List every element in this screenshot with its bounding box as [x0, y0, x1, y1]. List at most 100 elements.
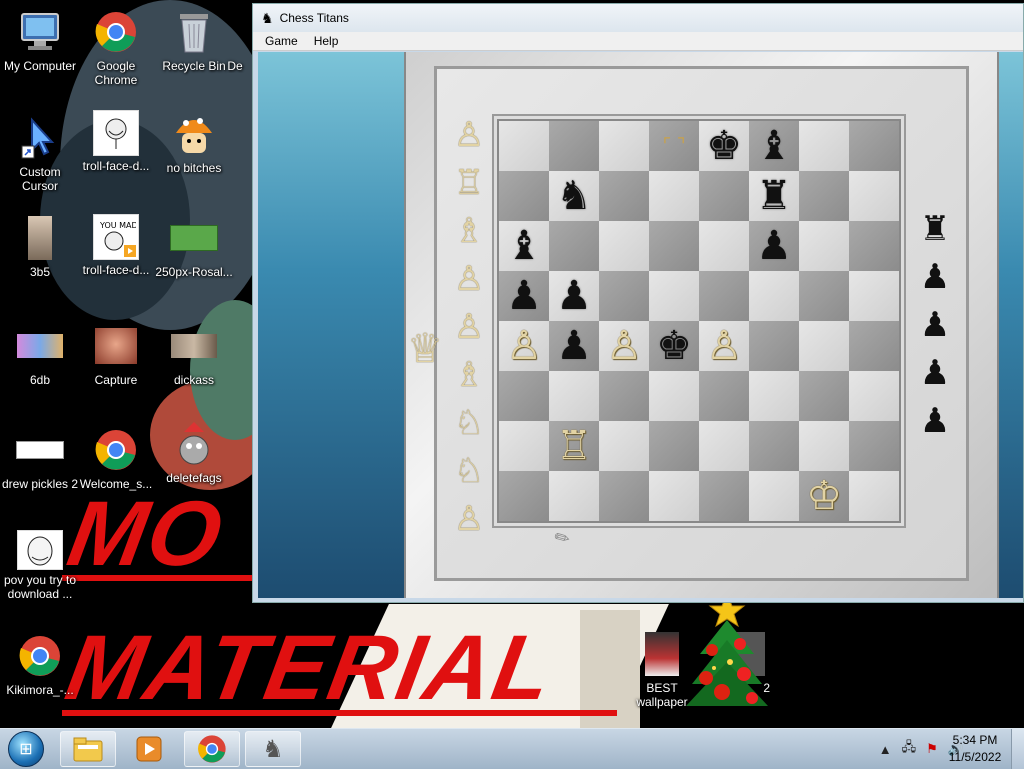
- image-thumbnail-icon: [93, 110, 139, 156]
- board-square[interactable]: [849, 471, 899, 521]
- board-square[interactable]: [499, 371, 549, 421]
- taskbar-chrome[interactable]: [184, 731, 240, 767]
- board-square[interactable]: [599, 371, 649, 421]
- board-square[interactable]: [549, 471, 599, 521]
- board-square[interactable]: [649, 221, 699, 271]
- desktop-icon-dickass[interactable]: dickass: [154, 322, 234, 387]
- captured-white-piece: ♙: [453, 307, 485, 347]
- black-pawn-piece[interactable]: ♟: [499, 271, 549, 321]
- clock[interactable]: 5:34 PM 11/5/2022: [940, 732, 1010, 766]
- board-square[interactable]: [699, 421, 749, 471]
- action-center-icon[interactable]: ⚑: [926, 741, 938, 757]
- board-square[interactable]: [849, 171, 899, 221]
- board-square[interactable]: [849, 321, 899, 371]
- taskbar-chess-titans[interactable]: ♞: [245, 731, 301, 767]
- desktop-icon-google-chrome[interactable]: Google Chrome: [76, 8, 156, 87]
- white-rook-piece[interactable]: ♖: [549, 421, 599, 471]
- desktop-icon-250px-rosal[interactable]: 250px-Rosal...: [154, 214, 234, 279]
- board-square[interactable]: [549, 121, 599, 171]
- board-square[interactable]: [549, 221, 599, 271]
- board-square[interactable]: [699, 471, 749, 521]
- show-hidden-icons-icon[interactable]: ▲: [879, 742, 892, 757]
- board-square[interactable]: [699, 371, 749, 421]
- board-square[interactable]: [849, 371, 899, 421]
- desktop-icon-pov[interactable]: pov you try to download ...: [0, 530, 80, 601]
- desktop-icon-kikimora[interactable]: Kikimora_-...: [0, 632, 80, 697]
- white-pawn-piece[interactable]: ♙: [599, 321, 649, 371]
- board-square[interactable]: [849, 221, 899, 271]
- desktop-icon-my-computer[interactable]: My Computer: [0, 8, 80, 73]
- board-square[interactable]: [599, 221, 649, 271]
- desktop-icon-partial[interactable]: De: [218, 8, 252, 73]
- desktop-icon-deletefags[interactable]: deletefags: [154, 420, 234, 485]
- network-icon[interactable]: 🖧: [902, 738, 917, 760]
- board-square[interactable]: [799, 171, 849, 221]
- board-square[interactable]: [649, 421, 699, 471]
- board-square[interactable]: [749, 321, 799, 371]
- black-pawn-piece[interactable]: ♟: [549, 271, 599, 321]
- board-square[interactable]: [799, 221, 849, 271]
- board-square[interactable]: [599, 471, 649, 521]
- board-square[interactable]: [749, 421, 799, 471]
- board-square[interactable]: [649, 471, 699, 521]
- white-pawn-piece[interactable]: ♙: [499, 321, 549, 371]
- taskbar-explorer[interactable]: [60, 731, 116, 767]
- chess-titans-window[interactable]: ♞ Chess Titans Game Help ♙ ♖ ♗ ♙ ♙ ♗ ♘ ♘ ♙ ♕ ♜ ♟ ♟ ♟…: [252, 3, 1024, 603]
- board-square[interactable]: [649, 171, 699, 221]
- board-square[interactable]: [549, 371, 599, 421]
- board-square[interactable]: [749, 471, 799, 521]
- desktop-icon-capture[interactable]: Capture: [76, 322, 156, 387]
- black-rook-piece[interactable]: ♜: [749, 171, 799, 221]
- desktop-icon-welcome[interactable]: Welcome_s...: [76, 426, 156, 491]
- show-desktop-button[interactable]: [1011, 729, 1024, 769]
- board-square[interactable]: [649, 371, 699, 421]
- move-target-marker[interactable]: ⌜ ⌝: [649, 121, 699, 171]
- board-square[interactable]: [699, 221, 749, 271]
- desktop-icon-no-bitches[interactable]: no bitches: [154, 110, 234, 175]
- black-pawn-piece[interactable]: ♟: [749, 221, 799, 271]
- chess-board[interactable]: ⌜ ⌝ ♚ ♝ ♞ ♜ ♝ ♟ ♟ ♟ ♙ ♟ ♙ ♚ ♙ ♖ ♔: [497, 119, 901, 523]
- board-square[interactable]: [599, 121, 649, 171]
- banner-underline: [62, 575, 252, 581]
- desktop-icon-3b5[interactable]: 3b5: [0, 214, 80, 279]
- board-square[interactable]: [799, 321, 849, 371]
- taskbar-media-player[interactable]: [121, 731, 177, 767]
- window-titlebar[interactable]: ♞ Chess Titans: [253, 4, 1023, 32]
- white-pawn-piece[interactable]: ♙: [699, 321, 749, 371]
- board-square[interactable]: [499, 171, 549, 221]
- desktop-icon-drew-pickles[interactable]: drew pickles 2: [0, 426, 80, 491]
- christmas-tree-gadget[interactable]: [682, 592, 772, 712]
- board-square[interactable]: [799, 371, 849, 421]
- menu-help[interactable]: Help: [306, 34, 347, 48]
- desktop-icon-custom-cursor[interactable]: Custom Cursor: [0, 114, 80, 193]
- board-square[interactable]: [599, 171, 649, 221]
- board-square[interactable]: [699, 271, 749, 321]
- board-square[interactable]: [749, 371, 799, 421]
- menu-game[interactable]: Game: [257, 34, 306, 48]
- board-square[interactable]: [849, 421, 899, 471]
- board-square[interactable]: [599, 421, 649, 471]
- board-square[interactable]: [499, 121, 549, 171]
- black-pawn-piece[interactable]: ♟: [549, 321, 599, 371]
- board-square[interactable]: [499, 421, 549, 471]
- black-bishop-piece[interactable]: ♝: [749, 121, 799, 171]
- start-button[interactable]: ⊞: [4, 731, 48, 767]
- board-square[interactable]: [799, 421, 849, 471]
- desktop-icon-troll-face-2[interactable]: YOU MAD troll-face-d...: [76, 214, 156, 277]
- black-king-piece[interactable]: ♚: [699, 121, 749, 171]
- board-square[interactable]: [849, 121, 899, 171]
- board-square[interactable]: [799, 271, 849, 321]
- board-square[interactable]: [749, 271, 799, 321]
- board-square[interactable]: [649, 271, 699, 321]
- desktop-icon-troll-face-1[interactable]: troll-face-d...: [76, 110, 156, 173]
- board-square[interactable]: [499, 471, 549, 521]
- board-square[interactable]: [849, 271, 899, 321]
- desktop-icon-6db[interactable]: 6db: [0, 322, 80, 387]
- board-square[interactable]: [799, 121, 849, 171]
- board-square[interactable]: [599, 271, 649, 321]
- black-king-piece[interactable]: ♚: [649, 321, 699, 371]
- black-knight-piece[interactable]: ♞: [549, 171, 599, 221]
- white-king-piece[interactable]: ♔: [799, 471, 849, 521]
- board-square[interactable]: [699, 171, 749, 221]
- black-bishop-piece[interactable]: ♝: [499, 221, 549, 271]
